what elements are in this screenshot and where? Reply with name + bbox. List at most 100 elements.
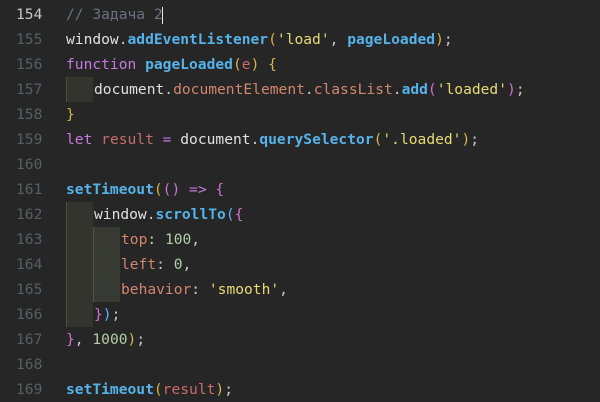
code-token: } [94,306,103,323]
code-token: setTimeout [66,381,154,398]
line-number: 155 [16,31,43,48]
indent-guide [66,77,93,102]
code-token: // Задача 2 [66,6,163,23]
code-line[interactable]: 159 let result = document.querySelector('… [0,127,600,152]
code-text[interactable]: window.addEventListener('load', pageLoad… [66,27,453,52]
code-text[interactable]: let result = document.querySelector('.lo… [66,127,479,152]
code-line[interactable]: 163 top: 100, [0,227,600,252]
code-line[interactable]: 168 [0,352,600,377]
code-text[interactable]: }, 1000); [66,327,145,352]
code-token: . [392,81,402,98]
code-line[interactable]: 160 [0,152,600,177]
code-text[interactable]: } [66,102,75,127]
code-text[interactable]: setTimeout(result); [66,377,233,402]
code-token: ( [232,56,242,73]
code-line[interactable]: 161 setTimeout(() => { [0,177,600,202]
line-number: 164 [16,256,43,273]
indent-guide [66,302,93,327]
code-line[interactable]: 156 function pageLoaded(e) { [0,52,600,77]
code-line[interactable]: 164 left: 0, [0,252,600,277]
code-token: ; [224,381,233,398]
code-line[interactable]: 158} [0,102,600,127]
code-token: result [101,131,154,148]
code-editor[interactable]: 154// Задача 2 155 window.addEventListener… [0,0,600,402]
code-token: : [147,231,165,248]
code-token: : [191,281,209,298]
code-token: pageLoaded [347,31,436,48]
code-token: } [66,106,75,123]
line-number: 159 [16,131,43,148]
code-token: 'load' [276,31,330,48]
code-text[interactable]: document.documentElement.classList.add('… [94,77,525,102]
code-token: behavior [121,281,192,298]
code-token: left [121,256,157,273]
code-token: window [66,31,119,48]
code-token: 0 [173,256,183,273]
code-token: setTimeout [66,181,154,198]
code-token: '.loaded' [382,131,462,148]
code-text[interactable]: setTimeout(() => { [66,177,224,202]
code-line[interactable]: 154 // Задача 2 [0,2,600,27]
line-number: 169 [16,381,43,398]
code-token: 1000 [92,331,128,348]
line-number: 167 [16,331,43,348]
code-text[interactable]: function pageLoaded(e) { [66,52,277,77]
code-token: 'loaded' [436,81,508,98]
line-number: 168 [16,356,43,373]
code-token: top [121,231,148,248]
code-line[interactable]: 157 document.documentElement.classList.ad… [0,77,600,102]
line-number: 160 [16,156,43,173]
code-token: function [66,56,137,73]
code-line[interactable]: 162 window.scrollTo({ [0,202,600,227]
line-number: 156 [16,56,43,73]
code-text[interactable]: // Задача 2 [66,2,164,27]
line-number: 158 [16,106,43,123]
code-token: addEventListener [127,31,269,48]
text-cursor [161,6,164,24]
indent-guide [93,227,120,252]
code-token: ) [507,81,516,98]
indent-guide [66,202,93,227]
code-line[interactable]: 167 }, 1000); [0,327,600,352]
code-token: add [401,81,428,98]
code-text[interactable]: window.scrollTo({ [94,202,243,227]
code-token: . [164,81,174,98]
code-token: ( [153,181,163,198]
code-line[interactable]: 166}); [0,302,600,327]
code-token: ( [225,206,235,223]
code-token: : [156,256,174,273]
code-token: document [180,131,251,148]
code-text[interactable]: top: 100, [121,227,200,252]
code-token: . [304,81,314,98]
indent-guide [66,277,93,302]
code-line[interactable]: 169 setTimeout(result); [0,377,600,402]
code-text[interactable]: behavior: 'smooth', [121,277,288,302]
code-line[interactable]: 155 window.addEventListener('load', pageL… [0,27,600,52]
code-token: ) [127,331,137,348]
indent-guide [93,277,120,302]
code-token: let [66,131,93,148]
line-number: 162 [16,206,43,223]
code-token: ) [461,131,471,148]
code-token: document [94,81,165,98]
code-token: { [206,181,225,198]
code-token: ) [215,381,225,398]
code-token: ( [427,81,437,98]
code-token: documentElement [173,81,305,98]
line-number: 165 [16,281,43,298]
code-token: 100 [164,231,192,248]
code-token: pageLoaded [145,56,233,73]
code-token: . [146,206,156,223]
code-text[interactable]: left: 0, [121,252,191,277]
code-token: ; [111,306,121,323]
code-token: scrollTo [155,206,226,223]
code-token: 'smooth' [208,281,280,298]
code-text[interactable]: }); [94,302,120,327]
code-token: ) [435,31,444,48]
indent-guide [66,252,93,277]
code-line[interactable]: 165 behavior: 'smooth', [0,277,600,302]
